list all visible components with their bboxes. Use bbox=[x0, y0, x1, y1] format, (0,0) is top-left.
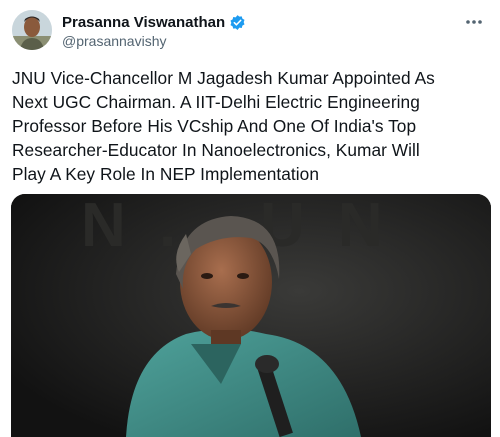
tweet-photo[interactable]: N . . U N bbox=[11, 194, 491, 437]
tweet-header: Prasanna Viswanathan @prasannavishy bbox=[12, 10, 488, 54]
tweet-text: JNU Vice-Chancellor M Jagadesh Kumar App… bbox=[12, 68, 435, 184]
more-options-icon[interactable] bbox=[462, 12, 486, 32]
author-avatar[interactable] bbox=[12, 10, 52, 50]
verified-badge-icon bbox=[229, 14, 246, 31]
author-display-name[interactable]: Prasanna Viswanathan bbox=[62, 14, 225, 31]
author-handle[interactable]: @prasannavishy bbox=[62, 33, 246, 49]
tweet-card[interactable]: Prasanna Viswanathan @prasannavishy JNU … bbox=[0, 0, 500, 437]
portrait-photo-icon: N . . U N bbox=[11, 194, 491, 437]
avatar-photo-icon bbox=[12, 10, 52, 50]
